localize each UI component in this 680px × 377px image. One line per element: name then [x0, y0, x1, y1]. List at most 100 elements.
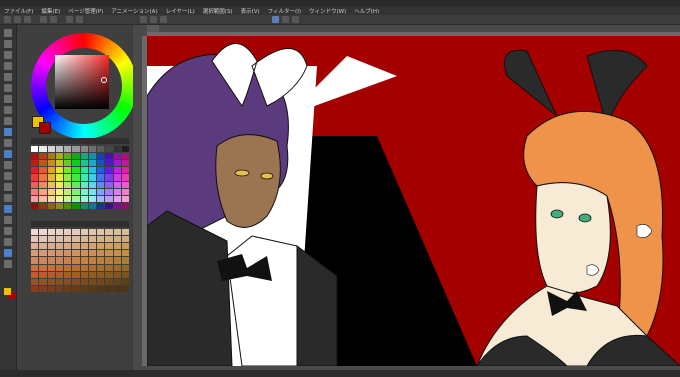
color-swatch[interactable]: [47, 188, 55, 195]
color-swatch[interactable]: [47, 202, 55, 209]
menu-selection[interactable]: 選択範囲(S): [199, 7, 237, 15]
color-swatch[interactable]: [97, 146, 105, 153]
skin-color-swatch[interactable]: [80, 250, 88, 257]
fill-tool-icon[interactable]: [4, 183, 12, 191]
skin-color-swatch[interactable]: [113, 236, 121, 243]
skin-color-swatch[interactable]: [72, 264, 80, 271]
skin-color-swatch[interactable]: [47, 257, 55, 264]
color-swatch[interactable]: [47, 195, 55, 202]
color-swatch[interactable]: [113, 146, 121, 153]
color-swatch[interactable]: [64, 167, 72, 174]
skin-color-swatch[interactable]: [31, 278, 39, 285]
color-swatch[interactable]: [113, 181, 121, 188]
skin-color-swatch[interactable]: [80, 243, 88, 250]
skin-color-swatch[interactable]: [72, 271, 80, 278]
color-swatch[interactable]: [97, 160, 105, 167]
color-swatch[interactable]: [39, 153, 47, 160]
color-swatch[interactable]: [80, 146, 88, 153]
color-swatch[interactable]: [31, 174, 39, 181]
skin-color-swatch[interactable]: [55, 257, 63, 264]
skin-color-swatch[interactable]: [105, 278, 113, 285]
color-swatch[interactable]: [97, 153, 105, 160]
deselect-icon[interactable]: [150, 16, 157, 23]
color-set-grid[interactable]: [31, 146, 129, 209]
skin-color-swatch[interactable]: [113, 271, 121, 278]
skin-color-swatch[interactable]: [72, 250, 80, 257]
skin-color-swatch[interactable]: [105, 250, 113, 257]
figure-tool-icon[interactable]: [4, 205, 12, 213]
color-swatch[interactable]: [80, 195, 88, 202]
gradient-tool-icon[interactable]: [4, 194, 12, 202]
skin-color-swatch[interactable]: [121, 243, 129, 250]
color-swatch[interactable]: [55, 202, 63, 209]
color-swatch[interactable]: [47, 160, 55, 167]
skin-color-swatch[interactable]: [64, 278, 72, 285]
color-swatch[interactable]: [105, 146, 113, 153]
skin-color-swatch[interactable]: [105, 243, 113, 250]
skin-color-swatch[interactable]: [113, 285, 121, 292]
skin-color-swatch[interactable]: [88, 250, 96, 257]
skin-color-swatch[interactable]: [31, 285, 39, 292]
color-swatch[interactable]: [31, 146, 39, 153]
skin-color-swatch[interactable]: [88, 278, 96, 285]
color-swatch[interactable]: [55, 181, 63, 188]
color-swatch[interactable]: [47, 181, 55, 188]
color-swatch[interactable]: [47, 153, 55, 160]
skin-color-swatch[interactable]: [39, 285, 47, 292]
zoom-tool-icon[interactable]: [4, 29, 12, 37]
skin-color-swatch[interactable]: [72, 229, 80, 236]
redo-icon[interactable]: [50, 16, 57, 23]
color-swatch[interactable]: [105, 181, 113, 188]
auto-select-tool-icon[interactable]: [4, 84, 12, 92]
skin-color-swatch[interactable]: [64, 264, 72, 271]
menu-page[interactable]: ページ管理(P): [64, 7, 107, 15]
fill-icon[interactable]: [76, 16, 83, 23]
airbrush-tool-icon[interactable]: [4, 139, 12, 147]
color-swatch[interactable]: [55, 195, 63, 202]
menu-file[interactable]: ファイル(F): [0, 7, 37, 15]
color-swatch[interactable]: [88, 160, 96, 167]
color-swatch[interactable]: [72, 202, 80, 209]
color-swatch[interactable]: [72, 146, 80, 153]
color-swatch[interactable]: [55, 174, 63, 181]
skin-color-swatch[interactable]: [113, 264, 121, 271]
skin-color-swatch[interactable]: [121, 285, 129, 292]
skin-color-swatch[interactable]: [121, 264, 129, 271]
color-swatch[interactable]: [113, 174, 121, 181]
frame-tool-icon[interactable]: [4, 216, 12, 224]
skin-color-swatch[interactable]: [97, 278, 105, 285]
color-swatch[interactable]: [72, 167, 80, 174]
menu-animation[interactable]: アニメーション(A): [107, 7, 161, 15]
skin-color-swatch[interactable]: [97, 264, 105, 271]
skin-color-swatch[interactable]: [64, 257, 72, 264]
skin-color-swatch[interactable]: [72, 285, 80, 292]
color-swatch[interactable]: [64, 174, 72, 181]
snap-ruler-icon[interactable]: [272, 16, 279, 23]
move-tool-icon[interactable]: [4, 40, 12, 48]
skin-color-set-grid[interactable]: [31, 229, 129, 292]
color-swatch[interactable]: [113, 202, 121, 209]
color-swatch[interactable]: [55, 153, 63, 160]
color-swatch[interactable]: [31, 167, 39, 174]
skin-color-swatch[interactable]: [47, 264, 55, 271]
skin-color-swatch[interactable]: [121, 278, 129, 285]
color-swatch[interactable]: [121, 202, 129, 209]
skin-color-swatch[interactable]: [105, 264, 113, 271]
skin-color-swatch[interactable]: [88, 229, 96, 236]
skin-color-swatch[interactable]: [80, 285, 88, 292]
color-swatch[interactable]: [72, 174, 80, 181]
color-swatch[interactable]: [72, 195, 80, 202]
skin-color-swatch[interactable]: [105, 257, 113, 264]
skin-color-swatch[interactable]: [31, 236, 39, 243]
menu-layer[interactable]: レイヤー(L): [162, 7, 199, 15]
text-tool-icon[interactable]: [4, 238, 12, 246]
pen-tool-icon[interactable]: [4, 106, 12, 114]
menu-filter[interactable]: フィルター(I): [264, 7, 305, 15]
color-swatch[interactable]: [47, 174, 55, 181]
skin-color-swatch[interactable]: [39, 257, 47, 264]
skin-color-swatch[interactable]: [97, 271, 105, 278]
color-swatch[interactable]: [39, 167, 47, 174]
skin-color-swatch[interactable]: [55, 285, 63, 292]
brush-tool-icon[interactable]: [4, 128, 12, 136]
color-swatch[interactable]: [88, 153, 96, 160]
